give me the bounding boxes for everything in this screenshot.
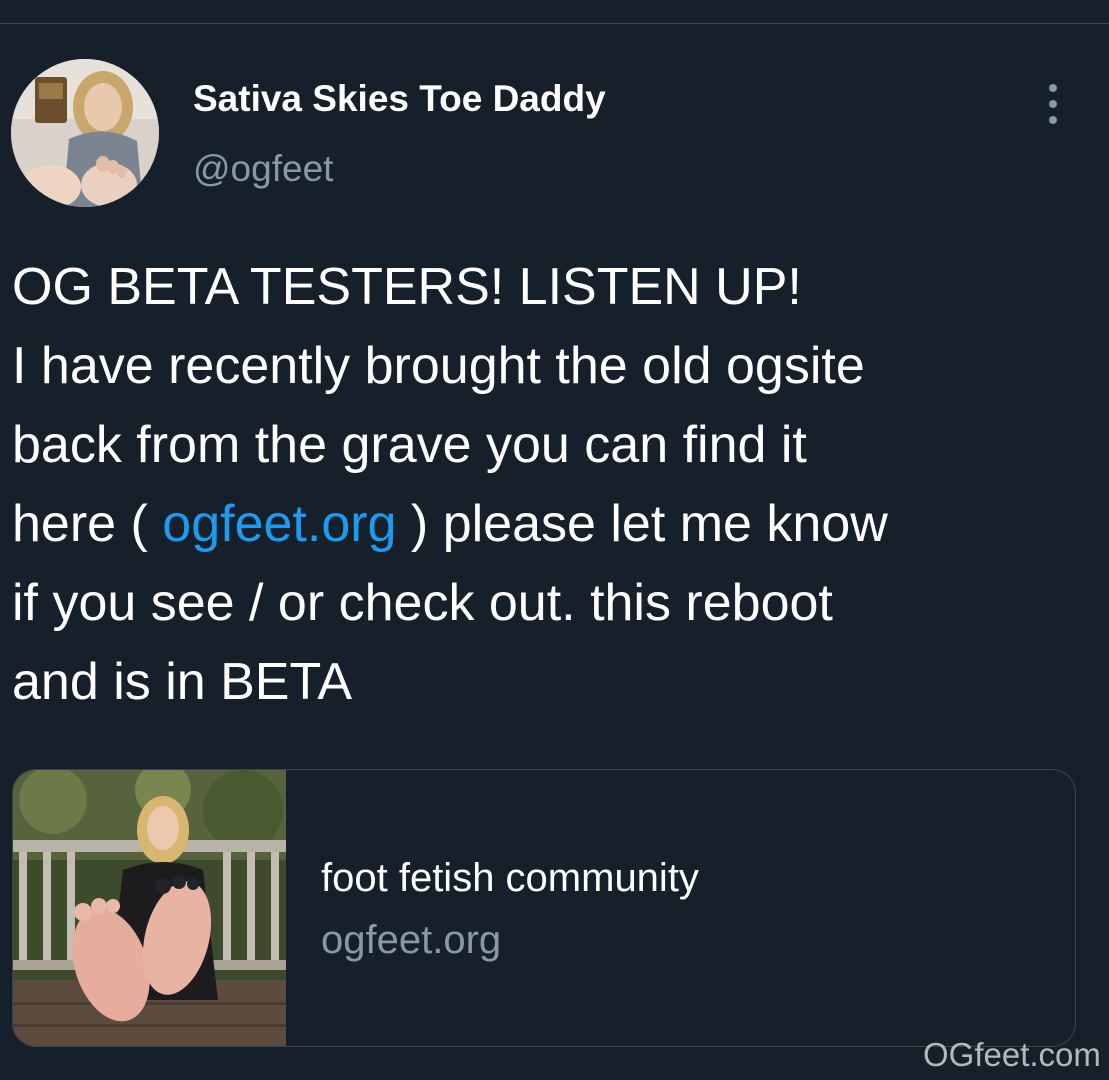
more-options-button[interactable] bbox=[1036, 84, 1070, 124]
top-divider bbox=[0, 23, 1109, 24]
tweet-text: OG BETA TESTERS! LISTEN UP! I have recen… bbox=[12, 248, 1097, 722]
tweet-line: I have recently brought the old ogsite bbox=[12, 337, 865, 395]
avatar-photo bbox=[11, 59, 159, 207]
tweet-text-segment: ) please let me know bbox=[396, 495, 888, 553]
link-preview-thumbnail bbox=[13, 770, 286, 1046]
tweet-line: and is in BETA bbox=[12, 653, 353, 711]
tweet-line-with-link: here ( ogfeet.org ) please let me know bbox=[12, 485, 1097, 564]
link-preview-title: foot fetish community bbox=[321, 856, 699, 900]
author-handle[interactable]: @ogfeet bbox=[193, 148, 333, 190]
more-vertical-icon bbox=[1049, 116, 1057, 124]
avatar[interactable] bbox=[11, 59, 159, 207]
tweet-line: back from the grave you can find it bbox=[12, 416, 807, 474]
tweet-line: OG BETA TESTERS! LISTEN UP! bbox=[12, 258, 802, 316]
more-vertical-icon bbox=[1049, 100, 1057, 108]
tweet-link[interactable]: ogfeet.org bbox=[162, 495, 396, 553]
watermark: OGfeet.com bbox=[923, 1036, 1101, 1073]
link-preview-card[interactable]: foot fetish community ogfeet.org bbox=[12, 769, 1076, 1047]
link-preview-photo bbox=[13, 770, 286, 1046]
tweet-line: if you see / or check out. this reboot bbox=[12, 574, 833, 632]
author-display-name[interactable]: Sativa Skies Toe Daddy bbox=[193, 78, 606, 120]
tweet-text-segment: here ( bbox=[12, 495, 163, 553]
link-preview-domain: ogfeet.org bbox=[321, 918, 502, 962]
more-vertical-icon bbox=[1049, 84, 1057, 92]
